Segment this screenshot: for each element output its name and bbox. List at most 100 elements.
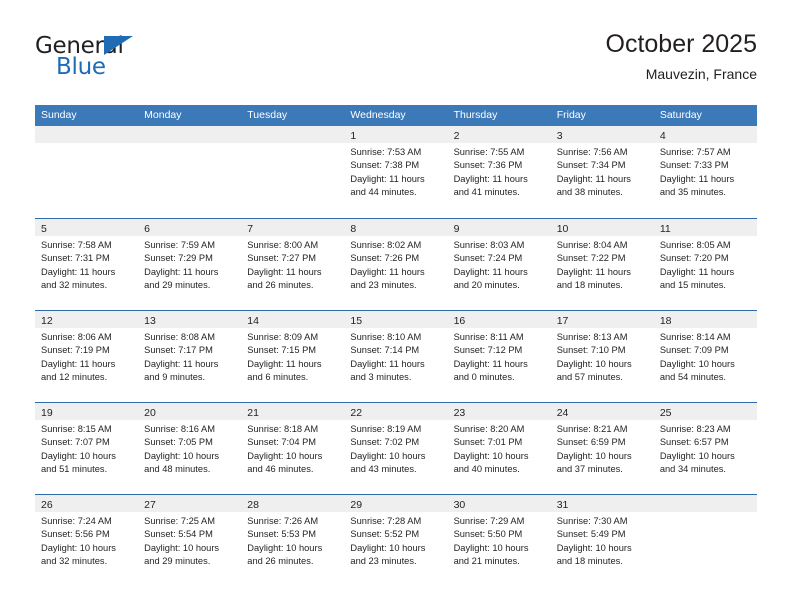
day-info-line: and 38 minutes. xyxy=(556,186,623,197)
day-info-line: Sunrise: 7:28 AM xyxy=(350,516,422,526)
day-number: 18 xyxy=(659,315,672,327)
day-number: 2 xyxy=(453,130,460,142)
day-sun-info: Sunrise: 7:53 AM Sunset: 7:38 PM Daylight:… xyxy=(344,143,447,199)
day-number-band: 11 xyxy=(653,219,757,236)
day-info-line: Sunrise: 7:53 AM xyxy=(350,147,422,157)
day-number: 22 xyxy=(350,407,363,419)
day-info-line: Sunrise: 8:09 AM xyxy=(247,332,319,342)
day-info-line: Sunrise: 7:58 AM xyxy=(41,240,112,250)
day-info-line: Daylight: 10 hours xyxy=(41,542,116,553)
day-cell-14[interactable]: 14 Sunrise: 8:09 AM Sunset: 7:15 PM Dayligh… xyxy=(241,311,345,402)
day-cell-6[interactable]: 6 Sunrise: 7:59 AM Sunset: 7:29 PM Daylight… xyxy=(138,219,242,310)
day-sun-info xyxy=(138,143,241,146)
day-cell-15[interactable]: 15 Sunrise: 8:10 AM Sunset: 7:14 PM Dayligh… xyxy=(344,311,448,402)
weekday-header-monday: Monday xyxy=(144,109,182,121)
day-info-line: Daylight: 11 hours xyxy=(556,266,631,277)
day-number-band: 24 xyxy=(550,403,654,420)
day-info-line: and 3 minutes. xyxy=(350,371,412,382)
day-number-band: 30 xyxy=(447,495,551,512)
day-info-line: Sunset: 7:09 PM xyxy=(659,345,729,356)
day-info-line: Daylight: 10 hours xyxy=(453,450,529,461)
day-cell-28[interactable]: 28 Sunrise: 7:26 AM Sunset: 5:53 PM Dayligh… xyxy=(241,495,345,586)
day-number: 10 xyxy=(556,223,569,235)
logo-text-blue: Blue xyxy=(56,54,106,80)
day-info-line: Daylight: 11 hours xyxy=(350,266,425,277)
day-cell-26[interactable]: 26 Sunrise: 7:24 AM Sunset: 5:56 PM Dayligh… xyxy=(35,495,139,586)
day-cell-4[interactable]: 4 Sunrise: 7:57 AM Sunset: 7:33 PM Daylight… xyxy=(653,126,757,218)
day-sun-info: Sunrise: 8:09 AM Sunset: 7:15 PM Daylight:… xyxy=(241,328,344,384)
day-info-line: Sunrise: 8:03 AM xyxy=(453,240,525,250)
day-info-line: Sunrise: 7:59 AM xyxy=(144,240,215,250)
day-info-line: Sunrise: 8:23 AM xyxy=(659,424,731,434)
day-cell-29[interactable]: 29 Sunrise: 7:28 AM Sunset: 5:52 PM Dayligh… xyxy=(344,495,448,586)
day-info-line: Sunrise: 7:57 AM xyxy=(659,147,731,157)
day-info-line: Sunset: 7:31 PM xyxy=(41,253,110,264)
day-cell-19[interactable]: 19 Sunrise: 8:15 AM Sunset: 7:07 PM Dayligh… xyxy=(35,403,139,494)
day-info-line: and 32 minutes. xyxy=(41,555,108,566)
day-cell-9[interactable]: 9 Sunrise: 8:03 AM Sunset: 7:24 PM Daylight… xyxy=(447,219,551,310)
day-cell-31[interactable]: 31 Sunrise: 7:30 AM Sunset: 5:49 PM Dayligh… xyxy=(550,495,654,586)
day-number-band: 13 xyxy=(138,311,242,328)
day-cell-13[interactable]: 13 Sunrise: 8:08 AM Sunset: 7:17 PM Dayligh… xyxy=(138,311,242,402)
day-cell-23[interactable]: 23 Sunrise: 8:20 AM Sunset: 7:01 PM Dayligh… xyxy=(447,403,551,494)
day-sun-info: Sunrise: 8:18 AM Sunset: 7:04 PM Daylight:… xyxy=(241,420,344,476)
day-sun-info: Sunrise: 8:20 AM Sunset: 7:01 PM Daylight:… xyxy=(448,420,551,476)
calendar-week-row: 19 Sunrise: 8:15 AM Sunset: 7:07 PM Dayligh… xyxy=(35,402,757,494)
day-cell-20[interactable]: 20 Sunrise: 8:16 AM Sunset: 7:05 PM Dayligh… xyxy=(138,403,242,494)
day-info-line: and 18 minutes. xyxy=(556,555,623,566)
day-number-band: 25 xyxy=(653,403,757,420)
day-info-line: Sunrise: 8:10 AM xyxy=(350,332,422,342)
day-sun-info xyxy=(654,512,757,515)
calendar-week-row: 26 Sunrise: 7:24 AM Sunset: 5:56 PM Dayligh… xyxy=(35,494,757,586)
day-sun-info: Sunrise: 8:02 AM Sunset: 7:26 PM Daylight:… xyxy=(344,236,447,292)
calendar-grid: Sunday Monday Tuesday Wednesday Thursday Frid… xyxy=(35,105,757,586)
day-info-line: Sunrise: 8:04 AM xyxy=(556,240,628,250)
day-sun-info xyxy=(35,143,138,146)
day-number-band: 16 xyxy=(447,311,551,328)
day-cell-21[interactable]: 21 Sunrise: 8:18 AM Sunset: 7:04 PM Dayligh… xyxy=(241,403,345,494)
day-sun-info: Sunrise: 7:58 AM Sunset: 7:31 PM Daylight:… xyxy=(35,236,138,292)
day-info-line: Daylight: 10 hours xyxy=(247,542,323,553)
day-cell-10[interactable]: 10 Sunrise: 8:04 AM Sunset: 7:22 PM Dayligh… xyxy=(550,219,654,310)
day-number-band: 22 xyxy=(344,403,448,420)
day-number: 23 xyxy=(453,407,466,419)
day-info-line: and 57 minutes. xyxy=(556,371,623,382)
day-cell-7[interactable]: 7 Sunrise: 8:00 AM Sunset: 7:27 PM Daylight… xyxy=(241,219,345,310)
day-info-line: Sunrise: 8:19 AM xyxy=(350,424,422,434)
day-info-line: Daylight: 10 hours xyxy=(556,450,632,461)
day-info-line: Daylight: 11 hours xyxy=(453,173,528,184)
day-cell-25[interactable]: 25 Sunrise: 8:23 AM Sunset: 6:57 PM Dayligh… xyxy=(653,403,757,494)
day-cell-27[interactable]: 27 Sunrise: 7:25 AM Sunset: 5:54 PM Dayligh… xyxy=(138,495,242,586)
day-cell-17[interactable]: 17 Sunrise: 8:13 AM Sunset: 7:10 PM Dayligh… xyxy=(550,311,654,402)
day-cell-24[interactable]: 24 Sunrise: 8:21 AM Sunset: 6:59 PM Dayligh… xyxy=(550,403,654,494)
day-number-band: 12 xyxy=(35,311,139,328)
calendar-weeks: 1 Sunrise: 7:53 AM Sunset: 7:38 PM Daylight… xyxy=(35,126,757,586)
day-sun-info: Sunrise: 7:26 AM Sunset: 5:53 PM Daylight:… xyxy=(241,512,344,568)
day-number-band xyxy=(241,126,345,143)
day-cell-16[interactable]: 16 Sunrise: 8:11 AM Sunset: 7:12 PM Dayligh… xyxy=(447,311,551,402)
day-cell-12[interactable]: 12 Sunrise: 8:06 AM Sunset: 7:19 PM Dayligh… xyxy=(35,311,139,402)
day-cell-11[interactable]: 11 Sunrise: 8:05 AM Sunset: 7:20 PM Dayligh… xyxy=(653,219,757,310)
day-info-line: and 37 minutes. xyxy=(556,463,623,474)
day-cell-2[interactable]: 2 Sunrise: 7:55 AM Sunset: 7:36 PM Daylight… xyxy=(447,126,551,218)
day-cell-3[interactable]: 3 Sunrise: 7:56 AM Sunset: 7:34 PM Daylight… xyxy=(550,126,654,218)
day-info-line: Sunset: 6:57 PM xyxy=(659,437,729,448)
day-info-line: and 29 minutes. xyxy=(144,279,211,290)
day-info-line: and 0 minutes. xyxy=(453,371,515,382)
day-number-band: 1 xyxy=(344,126,448,143)
day-number: 19 xyxy=(41,407,53,419)
day-info-line: Sunset: 7:10 PM xyxy=(556,345,626,356)
day-cell-1[interactable]: 1 Sunrise: 7:53 AM Sunset: 7:38 PM Daylight… xyxy=(344,126,448,218)
day-cell-8[interactable]: 8 Sunrise: 8:02 AM Sunset: 7:26 PM Daylight… xyxy=(344,219,448,310)
day-cell-18[interactable]: 18 Sunrise: 8:14 AM Sunset: 7:09 PM Dayligh… xyxy=(653,311,757,402)
day-info-line: Sunrise: 8:05 AM xyxy=(659,240,731,250)
day-number: 31 xyxy=(556,499,569,511)
day-cell-30[interactable]: 30 Sunrise: 7:29 AM Sunset: 5:50 PM Dayligh… xyxy=(447,495,551,586)
day-number-band: 23 xyxy=(447,403,551,420)
day-number: 12 xyxy=(41,315,53,327)
day-sun-info: Sunrise: 8:06 AM Sunset: 7:19 PM Daylight:… xyxy=(35,328,138,384)
day-info-line: and 40 minutes. xyxy=(453,463,520,474)
general-blue-logo[interactable]: General Blue xyxy=(35,33,235,88)
day-cell-22[interactable]: 22 Sunrise: 8:19 AM Sunset: 7:02 PM Dayligh… xyxy=(344,403,448,494)
day-cell-5[interactable]: 5 Sunrise: 7:58 AM Sunset: 7:31 PM Daylight… xyxy=(35,219,139,310)
